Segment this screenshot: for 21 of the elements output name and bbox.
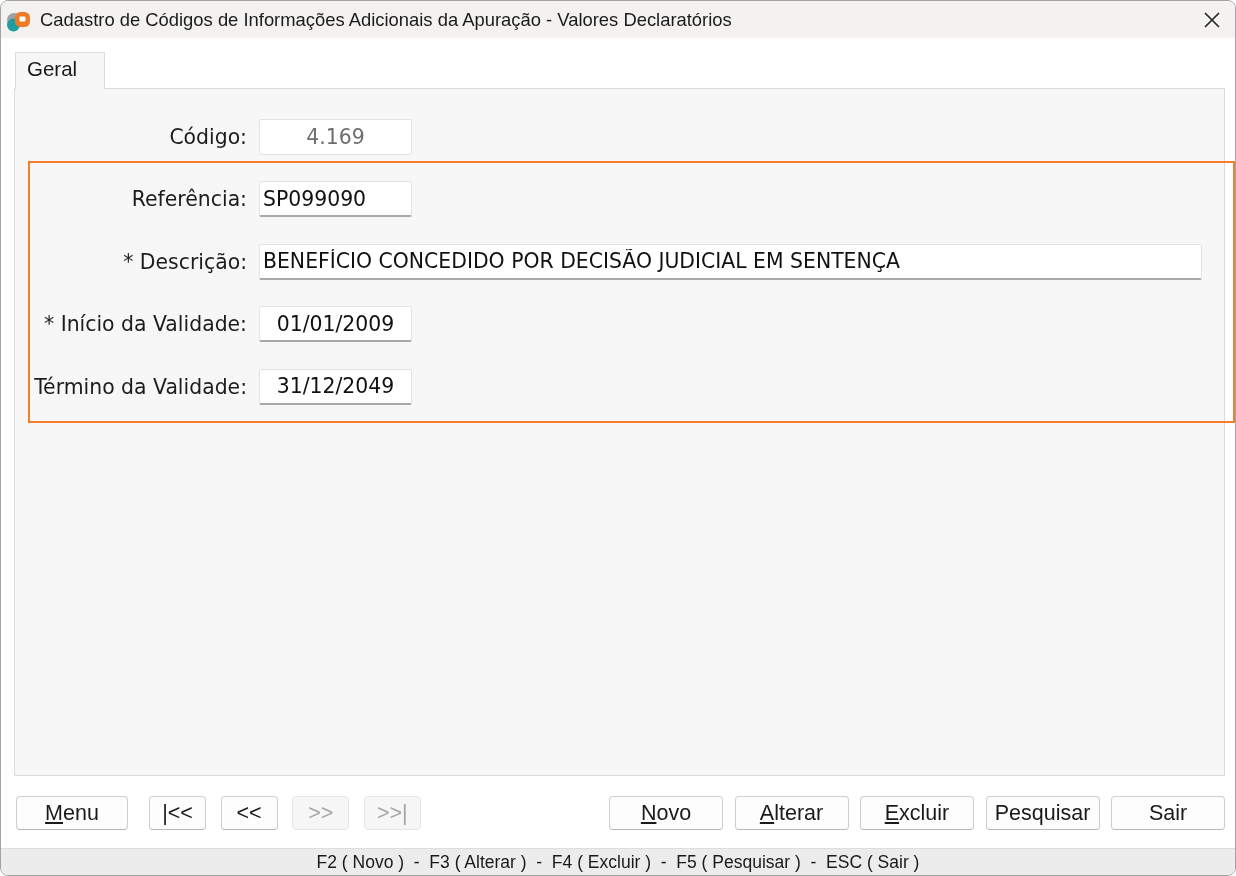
close-icon <box>1204 11 1220 28</box>
text-field[interactable]: BENEFÍCIO CONCEDIDO POR DECISÃO JUDICIAL EM SENTENÇA <box>259 243 1202 280</box>
action-button[interactable]: Pesquisar <box>985 796 1100 830</box>
date-field[interactable]: 01/01/2009 <box>259 306 412 343</box>
menu-button[interactable]: Menu <box>16 796 128 830</box>
field-label: Referência: <box>130 187 247 211</box>
field-label: * Início da Validade: <box>42 312 247 337</box>
tab[interactable]: Geral <box>15 52 105 89</box>
action-button[interactable]: Alterar <box>734 796 849 830</box>
action-button[interactable]: Sair <box>1111 796 1225 830</box>
field-label: Código: <box>168 125 247 149</box>
field-label: Término da Validade: <box>33 374 247 399</box>
field-label: * Descrição: <box>122 249 247 274</box>
shortcut-hints: F2 ( Novo ) - F3 ( Alterar ) - F4 ( Excluir ) - F5 ( Pesquisar ) - ESC ( Sair ) <box>316 851 920 873</box>
navigation-button[interactable]: |<< <box>149 796 206 830</box>
navigation-button[interactable]: << <box>220 796 278 830</box>
action-button[interactable]: Excluir <box>860 796 974 830</box>
text-field[interactable]: SP099090 <box>259 181 412 217</box>
date-field[interactable]: 31/12/2049 <box>259 368 412 405</box>
window-title: Cadastro de Códigos de Informações Adicionais da Apuração - Valores Declaratórios <box>40 8 732 31</box>
action-button[interactable]: Novo <box>609 796 723 830</box>
